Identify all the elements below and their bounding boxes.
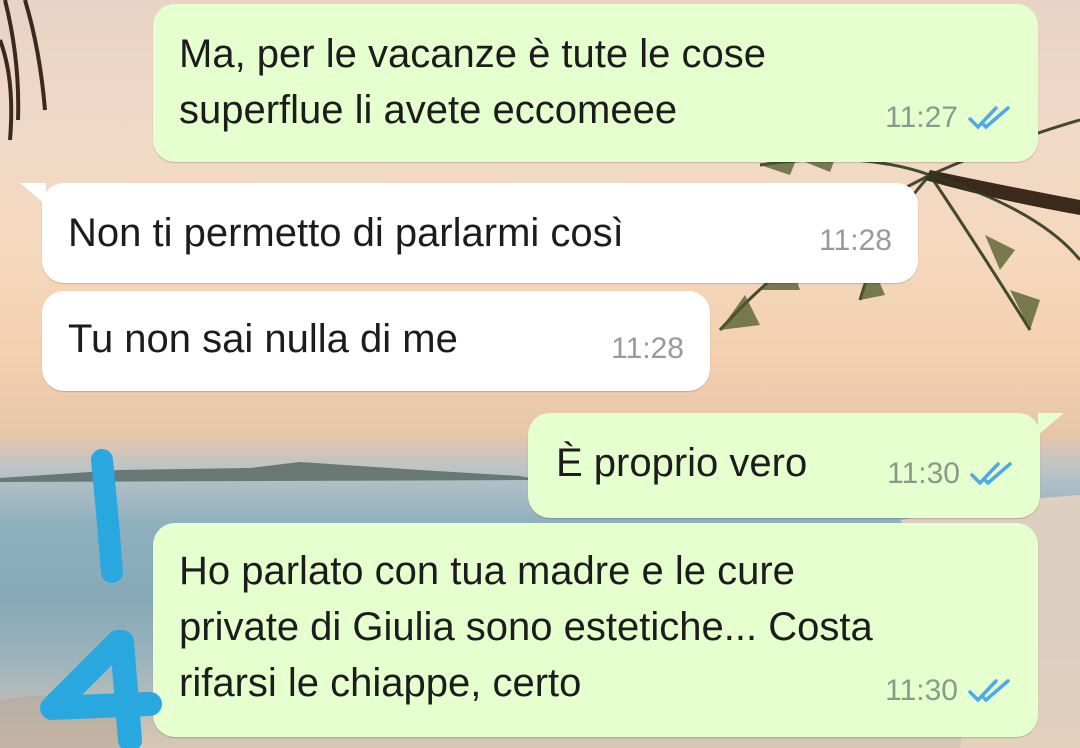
- message-time: 11:30: [885, 674, 958, 707]
- double-check-read-icon: [968, 678, 1012, 704]
- message-text: È proprio vero: [556, 441, 808, 485]
- message-bubble-outgoing[interactable]: È proprio vero 11:30: [528, 413, 1040, 518]
- message-meta: 11:30: [887, 446, 1014, 502]
- message-bubble-incoming[interactable]: Tu non sai nulla di me 11:28: [42, 291, 710, 391]
- message-time: 11:28: [611, 332, 684, 365]
- double-check-read-icon: [970, 461, 1014, 487]
- message-text: Non ti permetto di parlarmi così: [68, 211, 624, 255]
- message-bubble-outgoing[interactable]: Ma, per le vacanze è tute le cose superf…: [153, 4, 1038, 162]
- outgoing-bubble-tail: [1038, 413, 1064, 435]
- message-time: 11:28: [819, 224, 892, 257]
- message-text: Ma, per le vacanze è tute le cose superf…: [179, 32, 766, 132]
- message-meta: 11:27: [885, 90, 1012, 146]
- message-text: Ho parlato con tua madre e le cure priva…: [179, 549, 873, 705]
- message-time: 11:30: [887, 457, 960, 490]
- double-check-read-icon: [968, 105, 1012, 131]
- message-bubble-outgoing[interactable]: Ho parlato con tua madre e le cure priva…: [153, 523, 1038, 737]
- message-meta: 11:28: [611, 321, 684, 377]
- message-time: 11:27: [885, 101, 958, 134]
- message-meta: 11:30: [885, 663, 1012, 719]
- message-text: Tu non sai nulla di me: [68, 317, 458, 361]
- message-bubble-incoming[interactable]: Non ti permetto di parlarmi così 11:28: [42, 183, 918, 283]
- message-meta: 11:28: [819, 213, 892, 269]
